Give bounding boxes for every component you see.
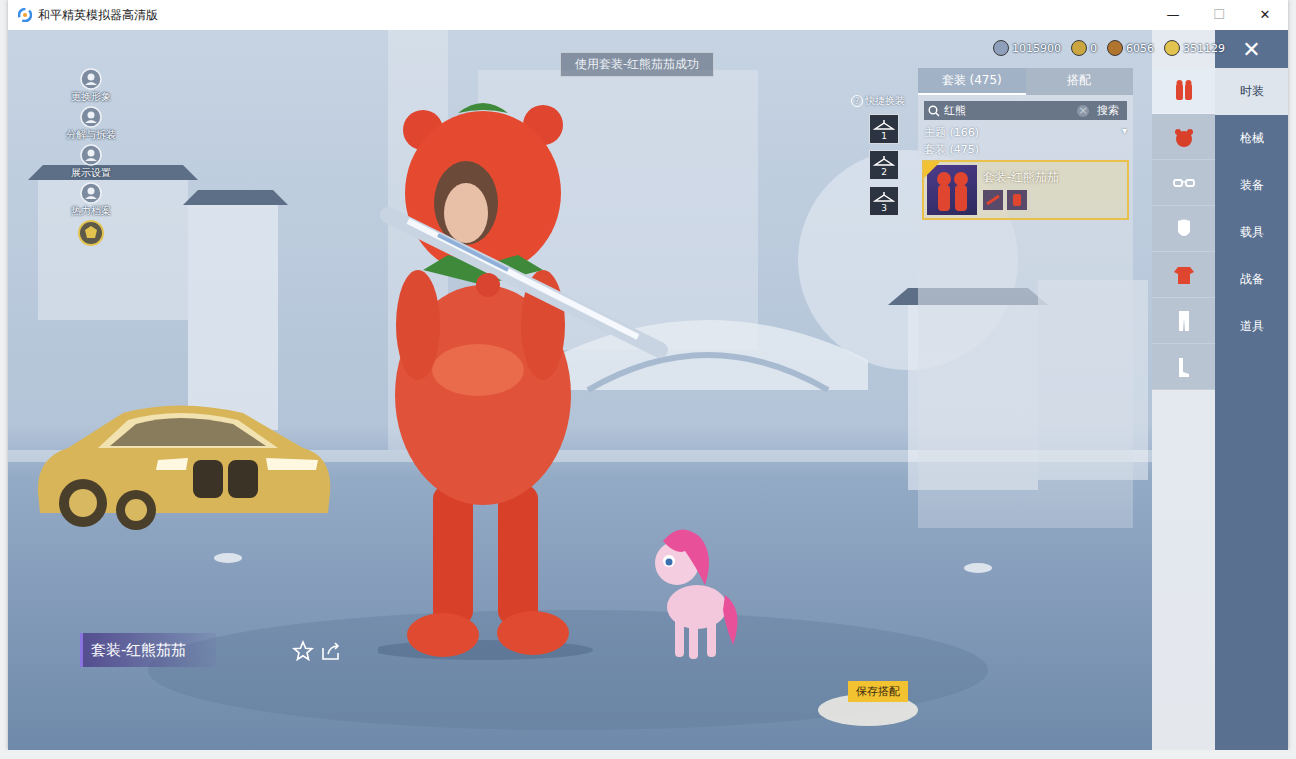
outfit-title-bar: 套装-红熊茄茄 [80, 633, 216, 667]
clear-button[interactable]: × [1077, 105, 1089, 117]
side-menu-item[interactable]: 热力档案 [71, 182, 111, 218]
window-control[interactable]: ☐ [1196, 0, 1242, 30]
currency-item: 351129 [1164, 40, 1225, 56]
shoes-icon [1171, 354, 1197, 380]
close-button[interactable]: ✕ [1215, 30, 1288, 68]
suit-part-icon [1009, 192, 1025, 208]
pants-icon [1171, 308, 1197, 334]
window-title: 和平精英模拟器高清版 [38, 7, 158, 24]
share-icon[interactable] [320, 640, 342, 662]
catalog-tab[interactable]: 套装 (475) [918, 68, 1026, 95]
search-value: 红熊 [944, 103, 1073, 118]
menu-item-icon [80, 144, 102, 166]
side-menu-item[interactable]: 展示设置 [71, 144, 111, 180]
hanger-icon [873, 154, 895, 168]
glasses-icon [1171, 170, 1197, 196]
menu-item-icon [80, 106, 102, 128]
top-icon [1171, 262, 1197, 288]
catalog-group[interactable]: 套装 (475) [922, 141, 1129, 158]
currency-item: 0 [1071, 40, 1097, 56]
nav-tab[interactable]: 枪械 [1215, 115, 1288, 162]
quick-change-slot[interactable]: 1 [869, 114, 899, 144]
category-button[interactable] [1152, 252, 1215, 298]
side-menu-item[interactable]: 分解与拆装 [66, 106, 116, 142]
catalog-tab[interactable]: 搭配 [1026, 68, 1134, 95]
help-icon[interactable]: ? [851, 95, 863, 107]
search-field[interactable]: 红熊 × 搜索 [924, 101, 1127, 120]
nav-tab[interactable]: 道具 [1215, 303, 1288, 350]
selected-check-icon [924, 162, 940, 178]
main-nav: ✕时装枪械装备载具战备道具 [1215, 30, 1288, 750]
game-area: 更换形象分解与拆装展示设置热力档案 使用套装-红熊茄茄成功 ?快捷换装 1 2 3 套装 (… [8, 30, 1288, 750]
favorite-star-icon[interactable] [292, 640, 314, 662]
category-button[interactable] [1152, 206, 1215, 252]
hanger-icon [873, 118, 895, 132]
hanger-icon [873, 190, 895, 204]
outfit-thumbnail [927, 165, 977, 215]
part-thumbnail [983, 190, 1003, 210]
category-button[interactable] [1152, 68, 1215, 114]
scene: 更换形象分解与拆装展示设置热力档案 使用套装-红熊茄茄成功 ?快捷换装 1 2 3 套装 (… [8, 30, 1152, 750]
category-button[interactable] [1152, 114, 1215, 160]
currency-icon [1164, 40, 1180, 56]
quick-change-slot[interactable]: 3 [869, 186, 899, 216]
character-figure [378, 95, 668, 660]
title-bar: 和平精英模拟器高清版 —☐✕ [8, 0, 1288, 30]
outfit-card[interactable]: 套装-红熊茄茄 [922, 160, 1129, 220]
save-outfit-button[interactable]: 保存搭配 [848, 681, 908, 702]
side-menu-badge[interactable] [78, 220, 104, 256]
gun-part-icon [985, 192, 1001, 208]
category-button[interactable] [1152, 160, 1215, 206]
quick-change-slot[interactable]: 2 [869, 150, 899, 180]
nav-tab[interactable]: 战备 [1215, 256, 1288, 303]
currency-item: 1015900 [993, 40, 1061, 56]
pet-figure [645, 515, 745, 665]
window-control[interactable]: — [1150, 0, 1196, 30]
category-button[interactable] [1152, 344, 1215, 390]
currency-item: 6056 [1107, 40, 1154, 56]
quick-change-label: ?快捷换装 [851, 94, 905, 108]
emulator-window: 和平精英模拟器高清版 —☐✕ 更换形象分解与拆装展示设置热力档案 使用套装-红熊茄茄成… [8, 0, 1288, 750]
part-thumbnail [1007, 190, 1027, 210]
nav-tab[interactable]: 载具 [1215, 209, 1288, 256]
mask-icon [1171, 216, 1197, 242]
badge-icon [78, 220, 104, 246]
quick-change: ?快捷换装 1 2 3 [851, 94, 905, 216]
category-button[interactable] [1152, 298, 1215, 344]
currency-icon [993, 40, 1009, 56]
catalog-tabs: 套装 (475)搭配 [918, 68, 1133, 95]
nav-tab[interactable]: 时装 [1215, 68, 1288, 115]
currency-bar: 1015900 0 6056 351129 [993, 40, 1225, 56]
vehicle-figure [28, 398, 338, 533]
currency-icon [1107, 40, 1123, 56]
suit-icon [1171, 78, 1197, 104]
outfit-name: 套装-红熊茄茄 [983, 169, 1059, 186]
app-logo-icon [18, 8, 32, 22]
search-icon [928, 105, 940, 117]
catalog-panel: 套装 (475)搭配红熊×搜索主题 (166)▾套装 (475)套装-红熊茄茄 [918, 68, 1133, 528]
menu-item-icon [80, 68, 102, 90]
outfit-title: 套装-红熊茄茄 [91, 641, 186, 659]
nav-tab[interactable]: 装备 [1215, 162, 1288, 209]
menu-item-icon [80, 182, 102, 204]
hat-icon [1171, 124, 1197, 150]
category-column [1152, 30, 1215, 750]
toast-message: 使用套装-红熊茄茄成功 [560, 52, 714, 77]
search-button[interactable]: 搜索 [1093, 103, 1123, 118]
side-menu-item[interactable]: 更换形象 [71, 68, 111, 104]
window-control[interactable]: ✕ [1242, 0, 1288, 30]
side-menu: 更换形象分解与拆装展示设置热力档案 [66, 68, 116, 256]
currency-icon [1071, 40, 1087, 56]
catalog-group[interactable]: 主题 (166)▾ [922, 124, 1129, 141]
